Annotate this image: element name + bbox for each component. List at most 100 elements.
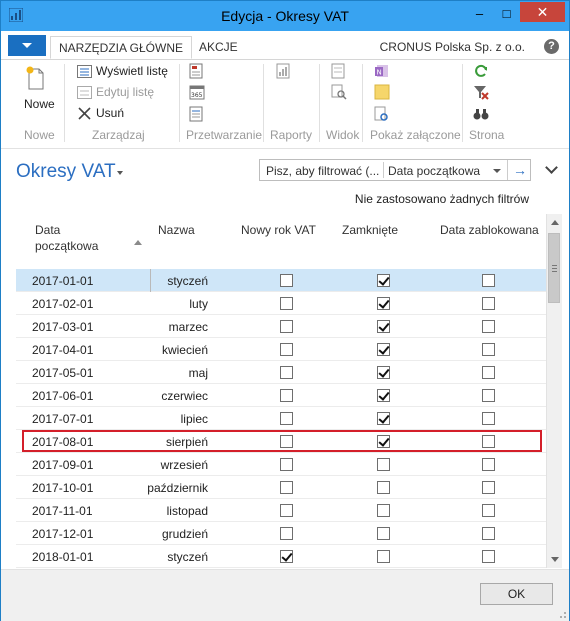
name-cell[interactable]: wrzesień <box>161 458 208 472</box>
scrollbar-thumb[interactable] <box>548 233 560 303</box>
start-date-cell[interactable]: 2017-02-01 <box>32 297 93 311</box>
closed-checkbox[interactable] <box>377 320 390 333</box>
date-locked-checkbox[interactable] <box>482 274 495 287</box>
table-row[interactable]: 2017-12-01 grudzień <box>16 522 546 545</box>
new-vat-year-checkbox[interactable] <box>280 481 293 494</box>
start-date-cell[interactable]: 2017-08-01 <box>32 435 93 449</box>
scroll-down-icon[interactable] <box>551 557 559 562</box>
start-date-cell[interactable]: 2017-03-01 <box>32 320 93 334</box>
view-icon[interactable] <box>331 63 345 79</box>
table-row[interactable]: 2017-09-01 wrzesień <box>16 453 546 476</box>
name-cell[interactable]: kwiecień <box>162 343 208 357</box>
calendar-365-icon[interactable]: 365 <box>189 84 205 100</box>
start-date-cell[interactable]: 2017-06-01 <box>32 389 93 403</box>
closed-checkbox[interactable] <box>377 366 390 379</box>
start-date-cell[interactable]: 2017-04-01 <box>32 343 93 357</box>
chevron-down-icon[interactable] <box>493 169 501 173</box>
name-cell[interactable]: luty <box>189 297 208 311</box>
minimize-button[interactable]: – <box>466 4 493 24</box>
filter-box[interactable]: Pisz, aby filtrować (... Data początkowa… <box>259 159 531 181</box>
new-vat-year-checkbox[interactable] <box>280 320 293 333</box>
table-row[interactable]: 2018-01-01 styczeń <box>16 545 546 568</box>
name-cell[interactable]: styczeń <box>167 274 208 288</box>
date-locked-checkbox[interactable] <box>482 504 495 517</box>
new-vat-year-checkbox[interactable] <box>280 458 293 471</box>
refresh-icon[interactable] <box>473 63 489 79</box>
company-name[interactable]: CRONUS Polska Sp. z o.o. <box>380 40 525 54</box>
date-locked-checkbox[interactable] <box>482 343 495 356</box>
new-vat-year-checkbox[interactable] <box>280 274 293 287</box>
closed-checkbox[interactable] <box>377 435 390 448</box>
chevron-down-icon[interactable] <box>545 161 558 174</box>
filter-field-select[interactable]: Data początkowa <box>388 164 480 178</box>
column-header-date-locked[interactable]: Data zablokowana <box>440 222 539 238</box>
date-locked-checkbox[interactable] <box>482 458 495 471</box>
date-locked-checkbox[interactable] <box>482 297 495 310</box>
closed-checkbox[interactable] <box>377 504 390 517</box>
closed-checkbox[interactable] <box>377 274 390 287</box>
report-icon[interactable] <box>276 63 290 79</box>
closed-checkbox[interactable] <box>377 527 390 540</box>
document-icon[interactable] <box>189 63 203 79</box>
name-cell[interactable]: listopad <box>167 504 208 518</box>
page-title[interactable]: Okresy VAT <box>16 161 116 183</box>
ok-button[interactable]: OK <box>480 583 553 605</box>
start-date-cell[interactable]: 2017-01-01 <box>32 274 93 288</box>
date-locked-checkbox[interactable] <box>482 389 495 402</box>
table-row[interactable]: 2017-01-01 styczeń <box>16 269 546 292</box>
new-vat-year-checkbox[interactable] <box>280 527 293 540</box>
tab-home[interactable]: NARZĘDZIA GŁÓWNE <box>50 36 193 59</box>
magnifier-icon[interactable] <box>331 84 347 100</box>
name-cell[interactable]: maj <box>189 366 208 380</box>
filter-input[interactable]: Pisz, aby filtrować (... <box>266 164 379 178</box>
date-locked-checkbox[interactable] <box>482 481 495 494</box>
table-row[interactable]: 2017-08-01 sierpień <box>16 430 546 453</box>
column-header-closed[interactable]: Zamknięte <box>342 222 398 238</box>
note-icon[interactable] <box>374 84 390 100</box>
table-row[interactable]: 2017-11-01 listopad <box>16 499 546 522</box>
new-vat-year-checkbox[interactable] <box>280 504 293 517</box>
closed-checkbox[interactable] <box>377 458 390 471</box>
resize-grip-icon[interactable] <box>557 609 567 619</box>
new-vat-year-checkbox[interactable] <box>280 297 293 310</box>
start-date-cell[interactable]: 2017-12-01 <box>32 527 93 541</box>
links-icon[interactable] <box>374 106 390 122</box>
title-bar[interactable]: Edycja - Okresy VAT – □ ✕ <box>1 1 569 31</box>
chevron-down-icon[interactable] <box>117 171 123 175</box>
start-date-cell[interactable]: 2017-09-01 <box>32 458 93 472</box>
scroll-up-icon[interactable] <box>551 220 559 225</box>
maximize-button[interactable]: □ <box>493 4 520 24</box>
arrow-right-icon[interactable]: → <box>507 160 532 180</box>
name-cell[interactable]: październik <box>147 481 208 495</box>
column-header-start-date[interactable]: Data początkowa <box>35 222 98 254</box>
table-row[interactable]: 2017-05-01 maj <box>16 361 546 384</box>
date-locked-checkbox[interactable] <box>482 366 495 379</box>
tab-actions[interactable]: AKCJE <box>191 36 246 59</box>
start-date-cell[interactable]: 2017-11-01 <box>32 504 93 518</box>
find-binoculars-icon[interactable] <box>473 106 489 122</box>
table-row[interactable]: 2017-06-01 czerwiec <box>16 384 546 407</box>
closed-checkbox[interactable] <box>377 297 390 310</box>
close-button[interactable]: ✕ <box>520 2 565 22</box>
date-locked-checkbox[interactable] <box>482 550 495 563</box>
new-vat-year-checkbox[interactable] <box>280 435 293 448</box>
new-vat-year-checkbox[interactable] <box>280 550 293 563</box>
closed-checkbox[interactable] <box>377 389 390 402</box>
table-row[interactable]: 2017-02-01 luty <box>16 292 546 315</box>
new-vat-year-checkbox[interactable] <box>280 366 293 379</box>
column-header-name[interactable]: Nazwa <box>158 222 195 238</box>
name-cell[interactable]: styczeń <box>167 550 208 564</box>
table-row[interactable]: 2017-10-01 październik <box>16 476 546 499</box>
vertical-scrollbar[interactable] <box>546 214 562 568</box>
date-locked-checkbox[interactable] <box>482 527 495 540</box>
column-header-new-vat-year[interactable]: Nowy rok VAT <box>241 222 316 238</box>
start-date-cell[interactable]: 2017-07-01 <box>32 412 93 426</box>
table-row[interactable]: 2017-03-01 marzec <box>16 315 546 338</box>
name-cell[interactable]: czerwiec <box>161 389 208 403</box>
name-cell[interactable]: marzec <box>169 320 208 334</box>
new-vat-year-checkbox[interactable] <box>280 412 293 425</box>
start-date-cell[interactable]: 2017-10-01 <box>32 481 93 495</box>
closed-checkbox[interactable] <box>377 550 390 563</box>
application-menu-button[interactable] <box>8 35 46 56</box>
help-icon[interactable]: ? <box>544 39 559 54</box>
